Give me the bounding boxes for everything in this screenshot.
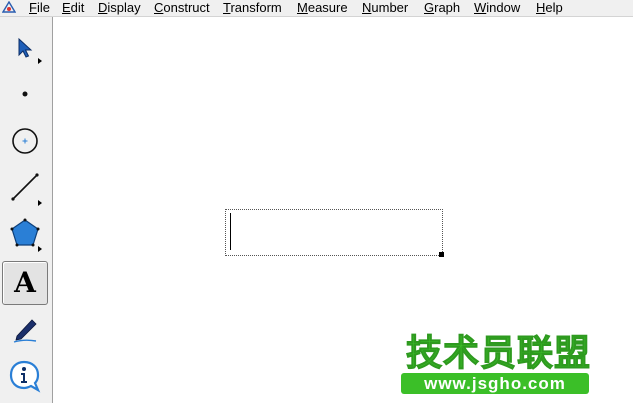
watermark-title: 技术员联盟 — [405, 332, 592, 373]
submenu-arrow-icon[interactable] — [38, 58, 42, 64]
polygon-icon — [10, 218, 40, 247]
submenu-arrow-icon[interactable] — [38, 246, 42, 252]
menu-edit[interactable]: Edit — [62, 0, 84, 15]
sketchpad-app-icon[interactable] — [2, 1, 16, 14]
information-tool[interactable] — [3, 355, 47, 397]
point-icon — [22, 91, 28, 97]
marker-tool[interactable] — [3, 308, 47, 350]
menu-display[interactable]: Display — [98, 0, 141, 15]
menu-number[interactable]: Number — [362, 0, 408, 15]
text-tool[interactable]: A — [2, 261, 48, 305]
selection-arrow-icon — [18, 37, 33, 58]
resize-handle[interactable] — [439, 252, 444, 257]
menu-graph[interactable]: Graph — [424, 0, 460, 15]
point-tool[interactable] — [3, 73, 47, 115]
submenu-arrow-icon[interactable] — [38, 200, 42, 206]
compass-circle-icon — [12, 128, 38, 154]
menu-file[interactable]: File — [29, 0, 50, 15]
text-tool-icon: A — [14, 266, 36, 299]
menu-transform[interactable]: Transform — [223, 0, 282, 15]
menu-construct[interactable]: Construct — [154, 0, 210, 15]
marker-icon — [13, 319, 37, 343]
toolbox: A — [0, 17, 53, 403]
text-caret — [230, 213, 231, 250]
menu-window[interactable]: Window — [474, 0, 520, 15]
information-icon — [9, 360, 41, 393]
watermark: 技术员联盟 www.jsgho.com — [401, 332, 592, 399]
compass-tool[interactable] — [3, 120, 47, 162]
menu-measure[interactable]: Measure — [297, 0, 348, 15]
straightedge-icon — [11, 173, 39, 201]
watermark-url: www.jsgho.com — [401, 373, 589, 394]
menu-help[interactable]: Help — [536, 0, 563, 15]
text-box[interactable] — [225, 209, 444, 257]
menu-bar: File Edit Display Construct Transform Me… — [0, 0, 633, 17]
